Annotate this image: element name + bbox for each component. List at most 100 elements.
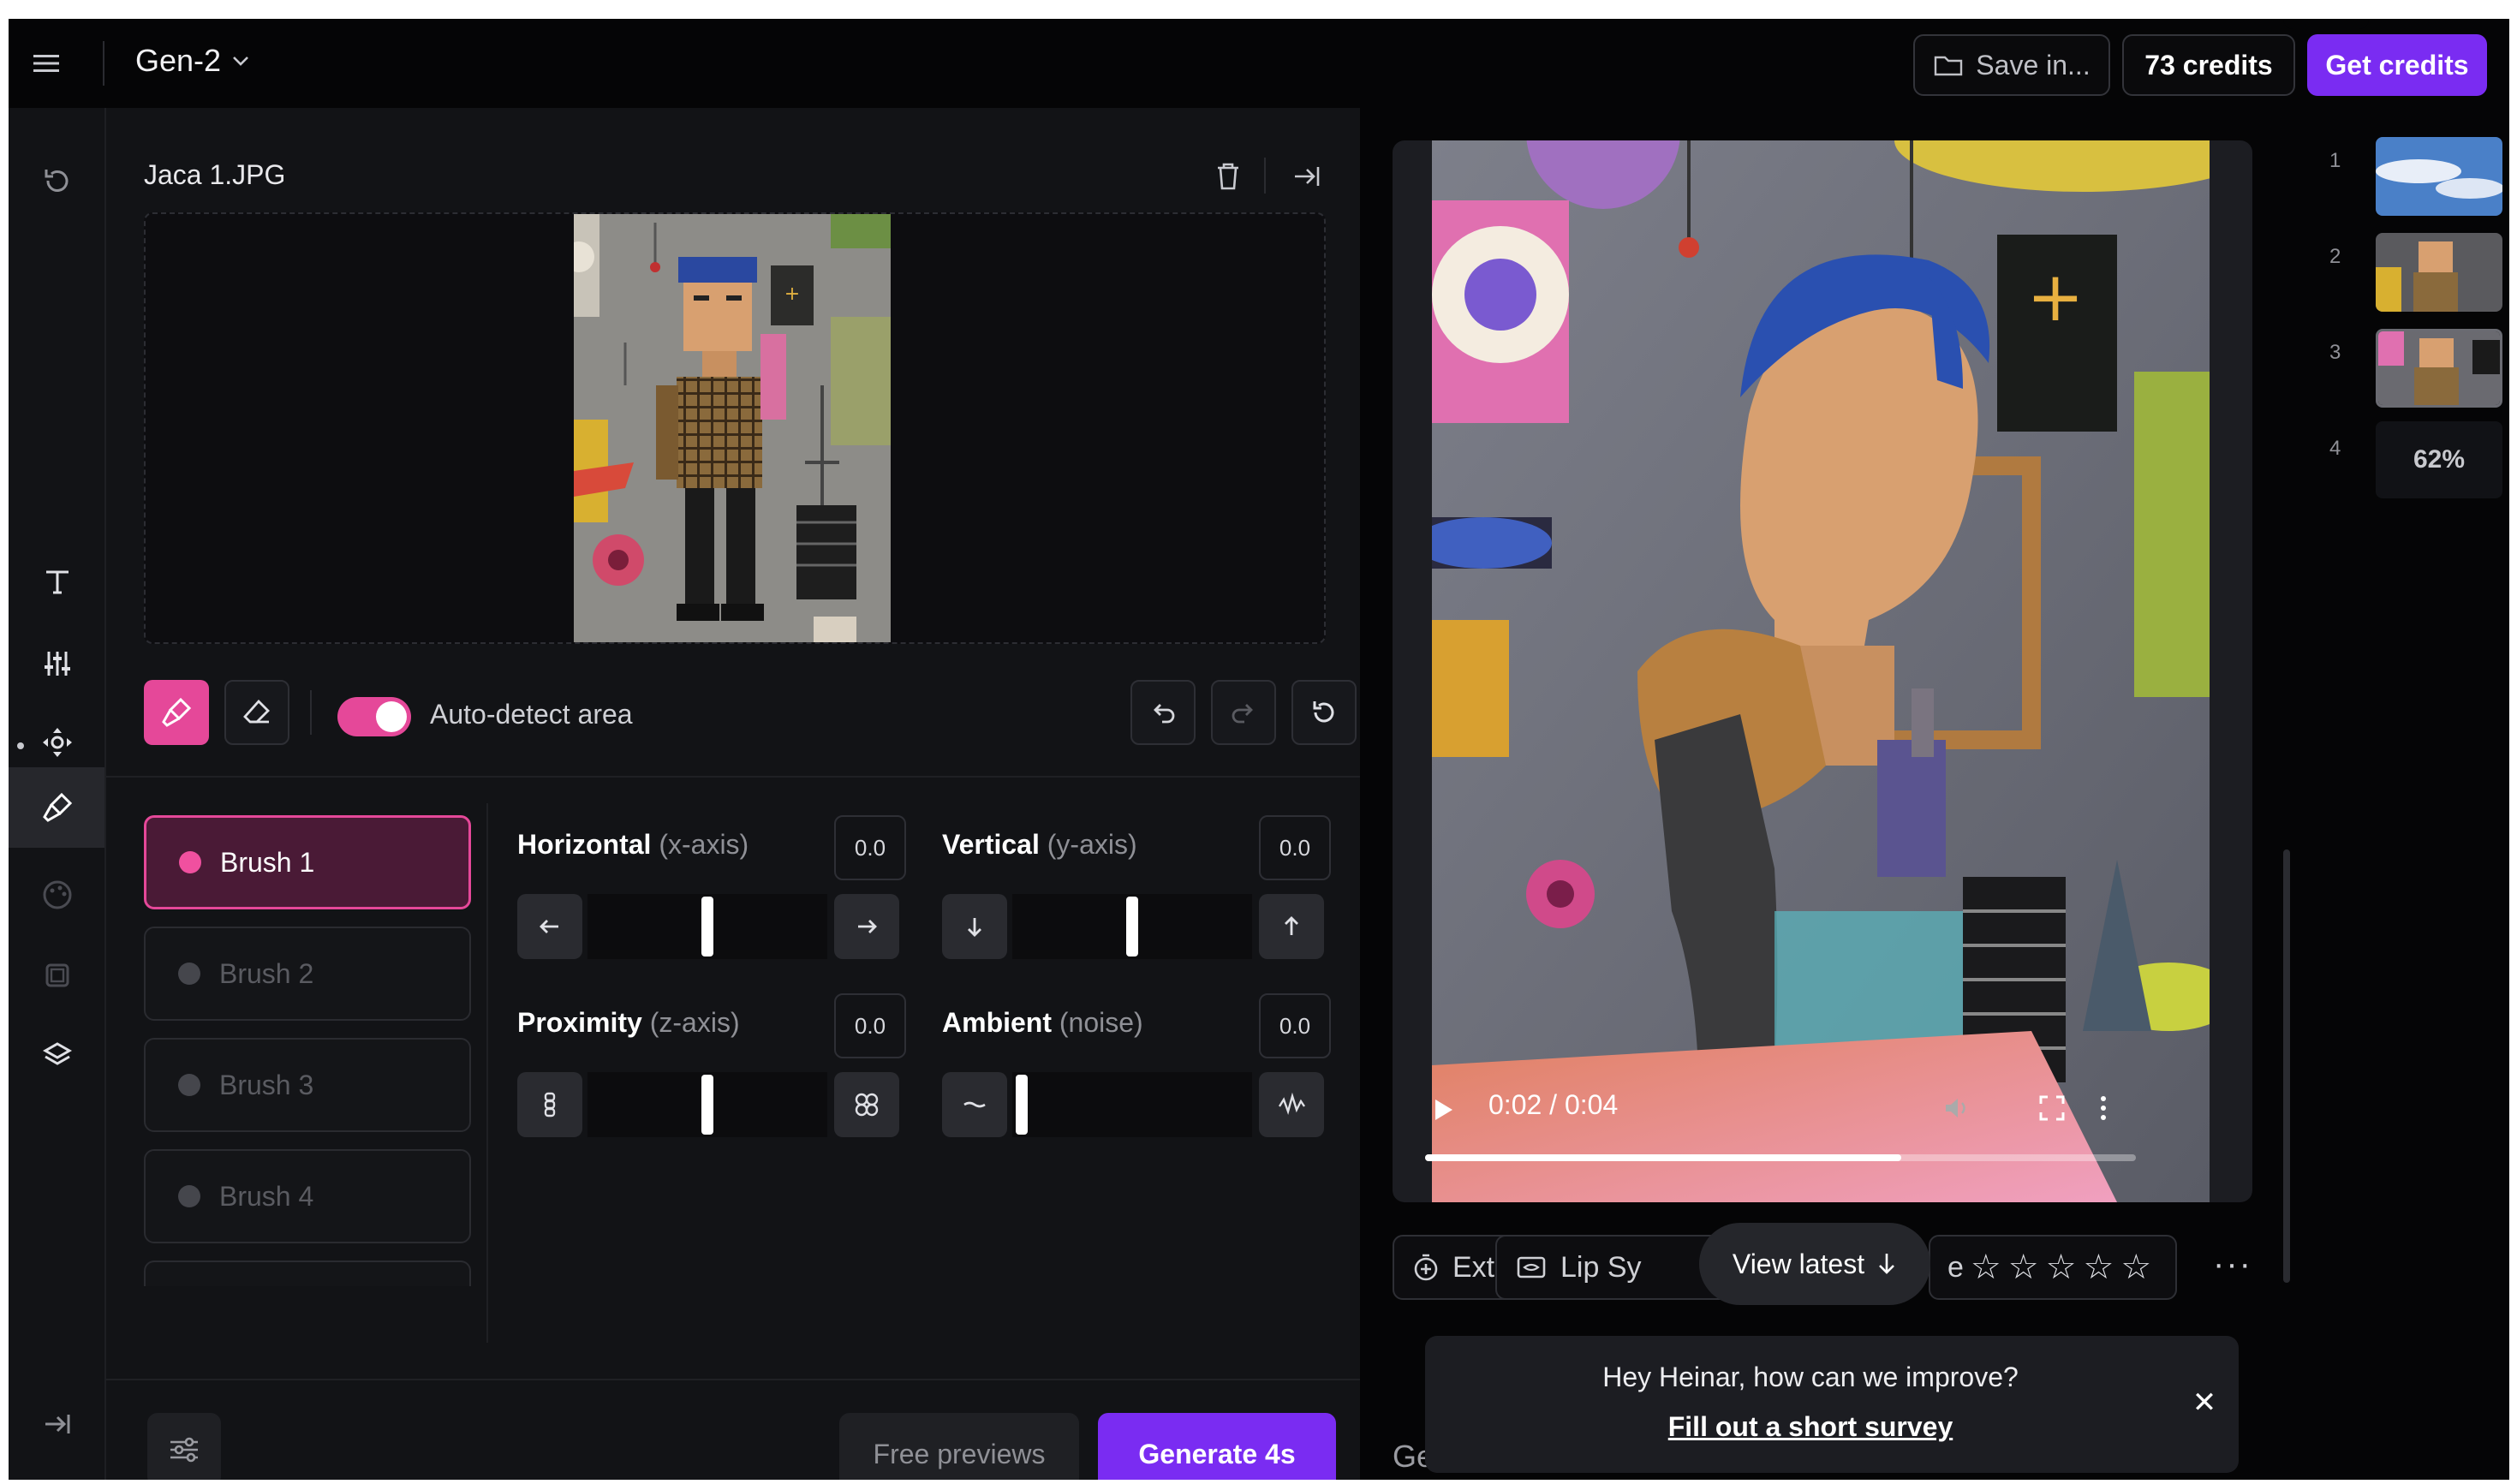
model-selector[interactable]: Gen-2: [135, 43, 250, 79]
video-progress-bar[interactable]: [1425, 1154, 2136, 1161]
brush-tool-button[interactable]: [144, 680, 209, 745]
volume-icon[interactable]: [1941, 1091, 1975, 1125]
collapse-panel-icon[interactable]: [1288, 158, 1326, 195]
ambient-value[interactable]: 0.0: [1259, 993, 1331, 1058]
video-player[interactable]: + 0:02 / 0:04: [1393, 140, 2252, 1202]
proximity-slider[interactable]: [587, 1072, 827, 1137]
vertical-decrease-button[interactable]: [942, 894, 1007, 959]
view-latest-button[interactable]: View latest: [1699, 1223, 1930, 1305]
text-icon[interactable]: [34, 558, 81, 605]
vertical-value[interactable]: 0.0: [1259, 815, 1331, 880]
credits-button[interactable]: 73 credits: [2122, 34, 2295, 96]
get-credits-label: Get credits: [2325, 49, 2469, 80]
undo-button[interactable]: [1130, 680, 1196, 745]
more-horizontal-icon[interactable]: ···: [2213, 1245, 2252, 1284]
play-icon[interactable]: [1427, 1094, 1458, 1125]
proximity-slider-thumb[interactable]: [701, 1075, 713, 1135]
history-icon[interactable]: [34, 158, 81, 204]
sliders-icon[interactable]: [34, 641, 81, 687]
star-icon[interactable]: ☆: [1971, 1248, 2001, 1287]
history-num-4: 4: [2329, 437, 2341, 460]
survey-question: Hey Heinar, how can we improve?: [1602, 1362, 2019, 1392]
fullscreen-icon[interactable]: [2035, 1091, 2069, 1125]
save-in-label: Save in...: [1976, 49, 2091, 80]
motion-brush-icon[interactable]: [34, 784, 81, 831]
brush-item-4[interactable]: Brush 4: [144, 1149, 471, 1243]
more-vertical-icon[interactable]: [2086, 1091, 2120, 1125]
horizontal-value[interactable]: 0.0: [834, 815, 906, 880]
ambient-decrease-button[interactable]: [942, 1072, 1007, 1137]
vertical-slider[interactable]: [1012, 894, 1252, 959]
auto-detect-toggle[interactable]: [337, 697, 411, 736]
survey-toast: Hey Heinar, how can we improve? Fill out…: [1425, 1336, 2239, 1473]
proximity-label-text: Proximity: [517, 1007, 642, 1038]
auto-detect-label: Auto-detect area: [430, 699, 633, 730]
horizontal-increase-button[interactable]: [834, 894, 899, 959]
ambient-axis-label: (noise): [1059, 1007, 1143, 1038]
redo-button[interactable]: [1211, 680, 1276, 745]
get-credits-button[interactable]: Get credits: [2307, 34, 2487, 96]
eraser-tool-button[interactable]: [224, 680, 289, 745]
app-window: Gen-2 Save in... 73 credits Get credits: [9, 19, 2509, 1480]
credits-label: 73 credits: [2144, 49, 2273, 80]
generate-button[interactable]: Generate 4s: [1098, 1413, 1336, 1480]
reset-button[interactable]: [1291, 680, 1357, 745]
eraser-icon: [243, 699, 270, 724]
hamburger-menu-icon[interactable]: [29, 46, 63, 80]
camera-motion-icon[interactable]: [34, 719, 81, 766]
survey-link[interactable]: Fill out a short survey: [1425, 1411, 2196, 1443]
vertical-increase-button[interactable]: [1259, 894, 1324, 959]
ambient-slider[interactable]: [1012, 1072, 1252, 1137]
ambient-slider-thumb[interactable]: [1016, 1075, 1028, 1135]
scrollbar[interactable]: [2283, 849, 2290, 1283]
brush-item-3[interactable]: Brush 3: [144, 1038, 471, 1132]
history-thumb-3[interactable]: [2376, 329, 2502, 408]
save-in-button[interactable]: Save in...: [1913, 34, 2110, 96]
proximity-value[interactable]: 0.0: [834, 993, 906, 1058]
brush-color-dot: [178, 1074, 200, 1096]
proximity-label: Proximity (z-axis): [517, 1007, 740, 1039]
horizontal-slider-thumb[interactable]: [701, 897, 713, 957]
settings-button[interactable]: [147, 1413, 221, 1480]
history-thumb-1[interactable]: [2376, 137, 2502, 216]
brush-canvas[interactable]: +: [144, 212, 1326, 644]
star-icon[interactable]: ☆: [2084, 1248, 2114, 1287]
close-icon[interactable]: ✕: [2187, 1386, 2222, 1420]
brush-item-1[interactable]: Brush 1: [144, 815, 471, 909]
star-icon[interactable]: ☆: [2120, 1248, 2151, 1287]
brush-label: Brush 2: [219, 957, 314, 989]
star-icon[interactable]: ☆: [2008, 1248, 2039, 1287]
history-num-2: 2: [2329, 245, 2341, 268]
undo-icon: [1154, 704, 1175, 724]
horizontal-axis-label: (x-axis): [659, 829, 749, 860]
trash-icon[interactable]: [1209, 158, 1247, 195]
proximity-axis-label: (z-axis): [649, 1007, 740, 1038]
proximity-increase-button[interactable]: [834, 1072, 899, 1137]
star-icon[interactable]: ☆: [2046, 1248, 2077, 1287]
ambient-increase-button[interactable]: [1259, 1072, 1324, 1137]
frames-icon[interactable]: [34, 952, 81, 998]
divider: [310, 690, 312, 735]
vertical-slider-thumb[interactable]: [1126, 897, 1138, 957]
horizontal-decrease-button[interactable]: [517, 894, 582, 959]
horizontal-slider[interactable]: [587, 894, 827, 959]
video-time: 0:02 / 0:04: [1488, 1089, 1619, 1120]
history-thumb-2[interactable]: [2376, 233, 2502, 312]
palette-icon[interactable]: [34, 872, 81, 918]
ambient-label: Ambient (noise): [942, 1007, 1143, 1039]
brush-item-5-partial[interactable]: [144, 1261, 471, 1286]
layers-icon[interactable]: [34, 1033, 81, 1079]
brush-color-dot: [178, 1185, 200, 1207]
brush-label: Brush 4: [219, 1180, 314, 1212]
horizontal-label: Horizontal (x-axis): [517, 829, 749, 861]
brush-label: Brush 1: [220, 846, 315, 878]
vertical-label: Vertical (y-axis): [942, 829, 1137, 861]
brush-item-2[interactable]: Brush 2: [144, 927, 471, 1021]
proximity-decrease-button[interactable]: [517, 1072, 582, 1137]
top-edge-shape: [2283, 19, 2369, 29]
svg-text:+: +: [784, 283, 800, 305]
arrow-left-icon: [540, 920, 558, 933]
free-previews-button[interactable]: Free previews: [839, 1413, 1079, 1480]
collapse-icon[interactable]: [34, 1401, 81, 1447]
ambient-label-text: Ambient: [942, 1007, 1052, 1038]
